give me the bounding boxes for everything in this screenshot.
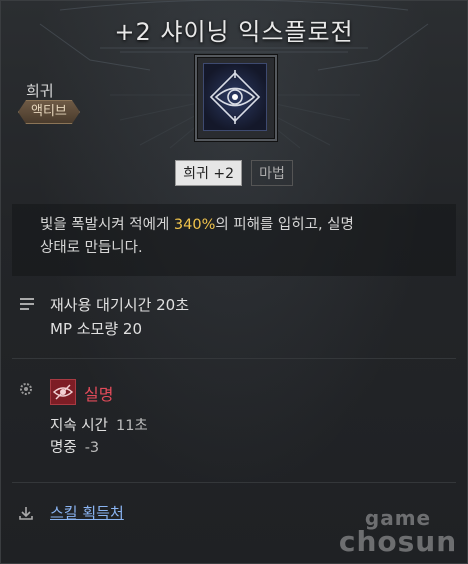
download-icon <box>19 507 33 520</box>
rarity-label: 희귀 <box>26 82 54 100</box>
watermark: game chosun <box>338 508 458 556</box>
status-duration-row: 지속 시간 11초 <box>50 414 148 435</box>
enhance-tag: 희귀 +2 <box>175 160 242 186</box>
divider <box>12 358 456 359</box>
skill-acquisition-link[interactable]: 스킬 획득처 <box>50 502 124 523</box>
skill-icon-frame <box>195 55 277 141</box>
accuracy-value: -3 <box>84 440 100 456</box>
gear-icon <box>20 383 32 395</box>
watermark-line2: chosun <box>338 525 458 558</box>
mp-cost-stat: MP 소모량 20 <box>50 320 143 338</box>
divider <box>12 482 456 483</box>
list-icon <box>20 298 34 312</box>
damage-highlight: 340% <box>173 217 216 233</box>
skill-title: +2 샤이닝 익스플로전 <box>114 18 354 46</box>
skill-tooltip-panel: +2 샤이닝 익스플로전 희귀 액티브 희귀 +2 마법 빛을 폭발시켜 적에게… <box>0 0 468 564</box>
status-effect-name: 실명 <box>84 385 114 404</box>
description-text: 상태로 만듭니다. <box>40 240 143 256</box>
duration-value: 11초 <box>115 418 148 434</box>
blinding-eye-emblem-icon <box>209 70 261 124</box>
category-tag: 마법 <box>251 160 293 186</box>
status-accuracy-row: 명중 -3 <box>50 436 99 457</box>
skill-description: 빛을 폭발시켜 적에게 340%의 피해를 입히고, 실명 상태로 만듭니다. <box>40 214 440 260</box>
cooldown-stat: 재사용 대기시간 20초 <box>50 296 190 314</box>
accuracy-label: 명중 <box>50 440 77 456</box>
description-text: 의 피해를 입히고, 실명 <box>215 217 354 233</box>
blind-eye-icon <box>52 384 74 400</box>
skill-tags: 희귀 +2 마법 <box>0 160 468 186</box>
duration-label: 지속 시간 <box>50 418 108 434</box>
description-text: 빛을 폭발시켜 적에게 <box>40 217 174 233</box>
blind-status-icon <box>50 379 76 405</box>
skill-type-badge: 액티브 <box>18 100 80 124</box>
skill-icon <box>203 63 267 131</box>
